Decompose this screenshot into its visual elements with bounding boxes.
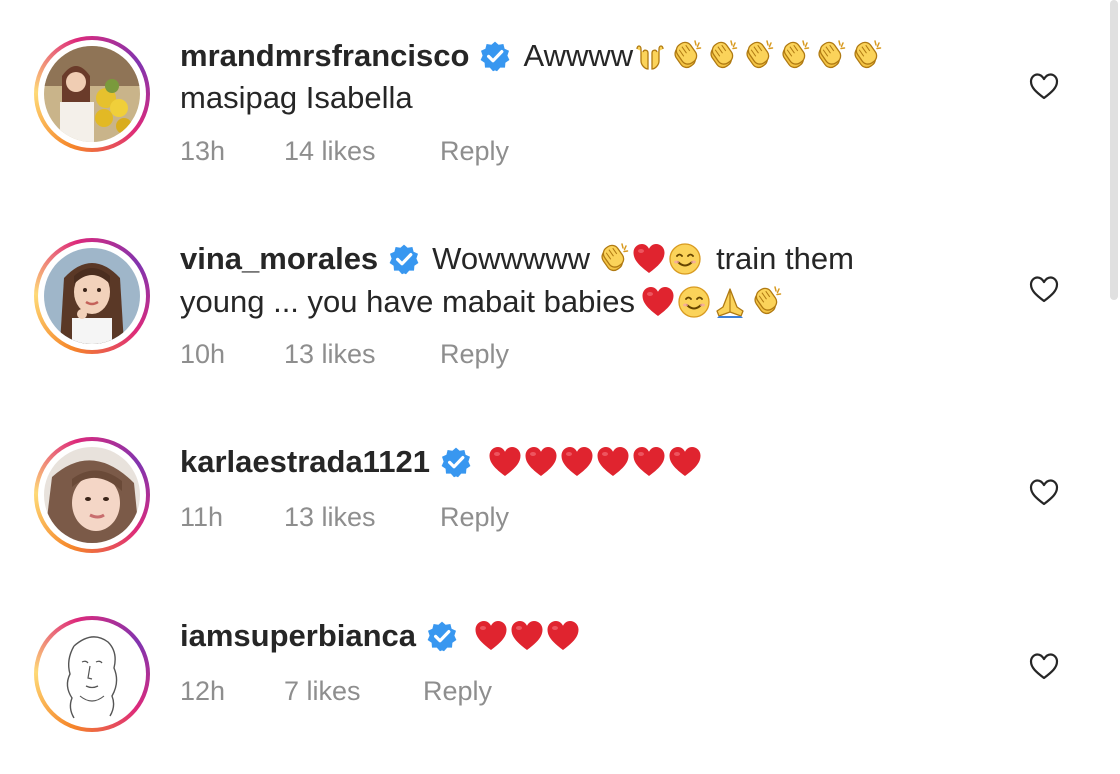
red-heart-icon [546,619,580,653]
verified-badge-icon [426,620,458,652]
reply-button[interactable]: Reply [440,136,509,167]
username[interactable]: vina_morales [180,241,378,277]
avatar-image [44,46,140,142]
folded-hands-icon [713,285,747,319]
raised-hands-icon [633,39,667,73]
username[interactable]: iamsuperbianca [180,618,416,654]
red-heart-icon [641,285,675,319]
comment-text: masipag Isabella [180,80,413,115]
avatar[interactable] [34,437,150,553]
avatar[interactable] [34,616,150,732]
comment-text: train them [716,241,854,276]
timestamp[interactable]: 13h [180,136,225,167]
timestamp[interactable]: 12h [180,676,225,707]
red-heart-icon [668,445,702,479]
avatar[interactable] [34,36,150,152]
clap-icon [849,39,883,73]
red-heart-icon [596,445,630,479]
verified-badge-icon [479,40,511,72]
likes-count[interactable]: 7 likes [284,676,361,707]
reply-button[interactable]: Reply [440,339,509,370]
red-heart-icon [632,445,666,479]
clap-icon [777,39,811,73]
timestamp[interactable]: 11h [180,502,223,533]
likes-count[interactable]: 14 likes [284,136,376,167]
smiling-face-icon [677,285,711,319]
clap-icon [705,39,739,73]
avatar-image [44,447,140,543]
comment-text: Awwww [523,38,634,73]
smiling-face-icon [668,242,702,276]
avatar-image [44,626,140,722]
red-heart-icon [560,445,594,479]
comment-text: young ... you have mabait babies [180,284,635,319]
username[interactable]: mrandmrsfrancisco [180,38,469,74]
reply-button[interactable]: Reply [440,502,509,533]
avatar[interactable] [34,238,150,354]
clap-icon [596,242,630,276]
avatar-image [44,248,140,344]
likes-count[interactable]: 13 likes [284,502,376,533]
clap-icon [741,39,775,73]
red-heart-icon [524,445,558,479]
comment-text: Wowwwww [432,241,591,276]
verified-badge-icon [388,243,420,275]
likes-count[interactable]: 13 likes [284,339,376,370]
red-heart-icon [474,619,508,653]
heart-outline-icon[interactable] [1028,71,1060,101]
verified-badge-icon [440,446,472,478]
scrollbar[interactable] [1110,0,1118,300]
clap-icon [749,285,783,319]
red-heart-icon [510,619,544,653]
timestamp[interactable]: 10h [180,339,225,370]
username[interactable]: karlaestrada1121 [180,444,430,480]
clap-icon [669,39,703,73]
red-heart-icon [488,445,522,479]
red-heart-icon [632,242,666,276]
reply-button[interactable]: Reply [423,676,492,707]
heart-outline-icon[interactable] [1028,651,1060,681]
heart-outline-icon[interactable] [1028,274,1060,304]
heart-outline-icon[interactable] [1028,477,1060,507]
clap-icon [813,39,847,73]
